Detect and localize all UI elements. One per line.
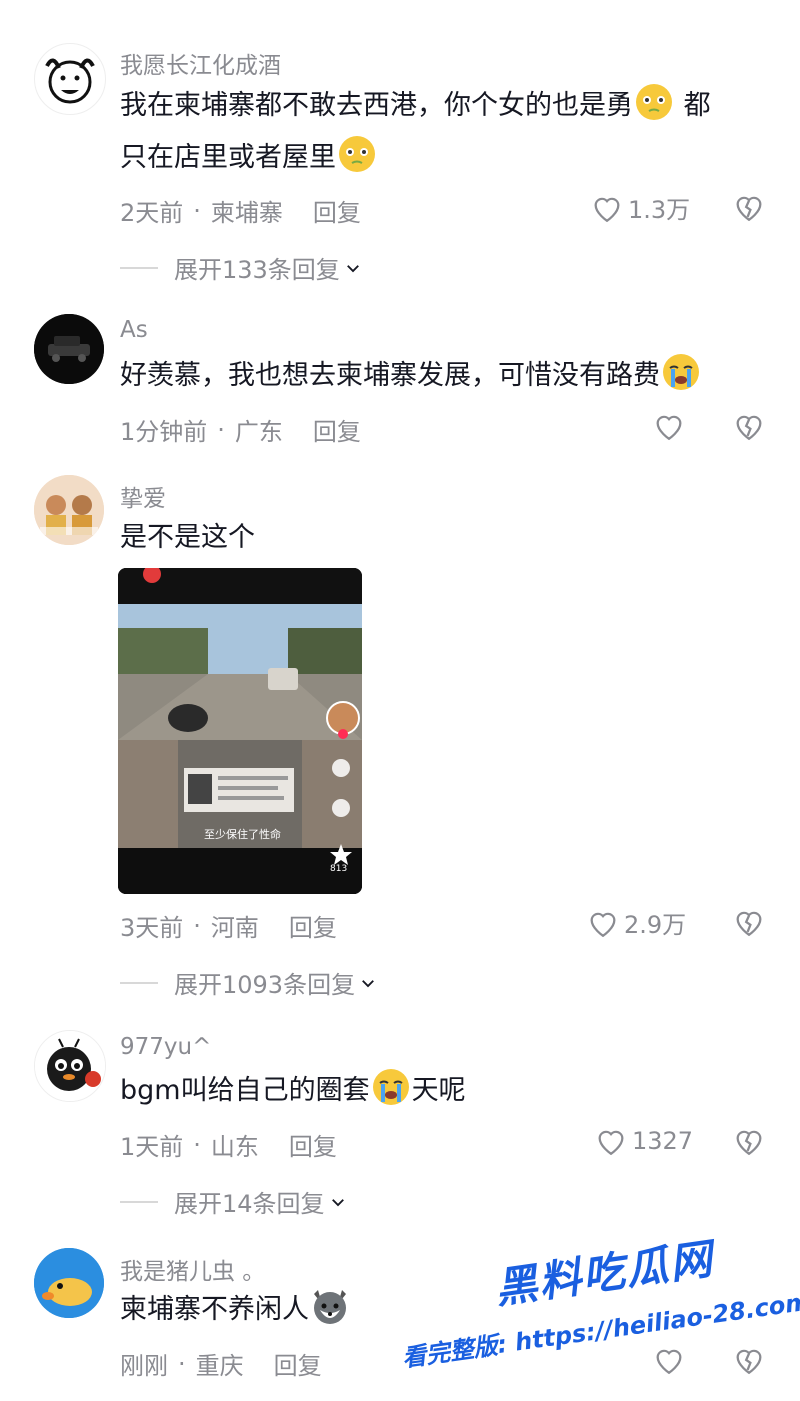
like-button[interactable]: 1327 xyxy=(594,1124,693,1158)
comment-location: 广东 xyxy=(234,418,283,446)
comment-text: 我在柬埔寨都不敢去西港，你个女的也是勇 都 只在店里或者屋里 xyxy=(120,80,770,184)
heart-icon xyxy=(656,415,682,441)
comment-meta: 2天前 · 柬埔寨 回复 xyxy=(120,193,361,228)
comment-text-part: 柬埔寨不养闲人 xyxy=(120,1294,309,1325)
like-button[interactable] xyxy=(652,409,690,443)
separator-dot: · xyxy=(193,911,201,940)
separator-dot: · xyxy=(217,415,225,444)
husky-dog-emoji-icon xyxy=(314,1290,346,1324)
reply-button[interactable]: 回复 xyxy=(289,908,337,943)
comment-time: 1分钟前 xyxy=(120,418,208,446)
pleading-face-emoji-icon xyxy=(636,84,672,120)
comment-time: 刚刚 xyxy=(120,1352,168,1380)
expand-replies-button[interactable]: 展开1093条回复 xyxy=(120,965,377,1000)
comment-meta: 刚刚 · 重庆 回复 xyxy=(120,1346,322,1381)
video-thumbnail-image xyxy=(118,568,362,894)
comment-meta: 3天前 · 河南 回复 xyxy=(120,908,337,943)
comment-text: bgm叫给自己的圈套 天呢 xyxy=(120,1065,770,1117)
comment-username[interactable]: 977yu^ xyxy=(120,1034,211,1060)
comment-username[interactable]: 我是猪儿虫 。 xyxy=(120,1252,265,1286)
ladybug-avatar-icon xyxy=(35,1031,105,1101)
like-button[interactable]: 1.3万 xyxy=(590,190,690,225)
comment-text-part: bgm叫给自己的圈套 xyxy=(120,1075,370,1106)
expand-replies-label: 展开1093条回复 xyxy=(174,971,356,999)
video-like-count: 813 xyxy=(330,864,348,874)
bull-avatar-icon xyxy=(45,58,95,104)
chevron-down-icon xyxy=(362,979,374,987)
divider-line xyxy=(120,981,158,984)
chevron-down-icon xyxy=(346,264,359,272)
comment-text-part: 只在店里或者屋里 xyxy=(120,142,336,173)
comment-meta: 1天前 · 山东 回复 xyxy=(120,1127,337,1162)
dislike-broken-heart-icon[interactable] xyxy=(732,905,766,939)
reply-button[interactable]: 回复 xyxy=(313,193,361,228)
dislike-broken-heart-icon[interactable] xyxy=(732,190,766,224)
comment-text-part: 我在柬埔寨都不敢去西港，你个女的也是勇 xyxy=(120,90,633,121)
video-caption: 至少保住了性命 xyxy=(204,828,281,841)
comment-meta: 1分钟前 · 广东 回复 xyxy=(120,412,361,447)
divider-line xyxy=(120,1200,158,1203)
comment-text-part: 好羡慕，我也想去柬埔寨发展，可惜没有路费 xyxy=(120,360,660,391)
heart-icon xyxy=(590,912,616,937)
comment-location: 河南 xyxy=(210,914,259,942)
reply-button[interactable]: 回复 xyxy=(289,1127,337,1162)
pleading-face-emoji-icon xyxy=(339,136,375,172)
avatar[interactable] xyxy=(34,1030,106,1102)
heart-icon xyxy=(594,197,620,222)
like-count: 1.3万 xyxy=(628,196,691,224)
like-button[interactable]: 2.9万 xyxy=(586,905,686,940)
watermark: 黑料吃瓜网 看完整版: https://heiliao-28.com xyxy=(396,1234,800,1401)
avatar[interactable] xyxy=(34,314,104,384)
comment-time: 1天前 xyxy=(120,1133,184,1161)
expand-replies-label: 展开133条回复 xyxy=(174,256,340,284)
divider-line xyxy=(120,266,158,269)
cartoon-kids-avatar-icon xyxy=(34,475,104,545)
comment-time: 2天前 xyxy=(120,199,184,227)
comment-video-thumbnail[interactable]: 至少保住了性命 813 xyxy=(118,568,362,894)
comment-location: 柬埔寨 xyxy=(210,199,283,227)
dislike-broken-heart-icon[interactable] xyxy=(732,1124,766,1158)
cartoon-bird-avatar-icon xyxy=(34,1248,104,1318)
dislike-broken-heart-icon[interactable] xyxy=(732,409,766,443)
comment-text: 好羡慕，我也想去柬埔寨发展，可惜没有路费 xyxy=(120,350,770,402)
like-count: 2.9万 xyxy=(624,911,687,939)
separator-dot: · xyxy=(178,1349,186,1378)
expand-replies-button[interactable]: 展开14条回复 xyxy=(120,1184,347,1219)
crying-face-emoji-icon xyxy=(372,1069,409,1105)
reply-button[interactable]: 回复 xyxy=(274,1346,322,1381)
comment-text-part: 天呢 xyxy=(411,1075,466,1106)
chevron-down-icon xyxy=(331,1198,344,1206)
comment-location: 重庆 xyxy=(195,1352,244,1380)
comment-text: 是不是这个 xyxy=(120,522,255,553)
dark-car-avatar-icon xyxy=(34,314,104,384)
avatar[interactable] xyxy=(34,1248,104,1318)
expand-replies-button[interactable]: 展开133条回复 xyxy=(120,250,362,285)
separator-dot: · xyxy=(193,1130,201,1159)
like-count: 1327 xyxy=(632,1127,694,1155)
comment-username[interactable]: As xyxy=(120,317,148,343)
separator-dot: · xyxy=(193,196,201,225)
comment-username[interactable]: 挚爱 xyxy=(120,479,166,513)
reply-button[interactable]: 回复 xyxy=(313,412,361,447)
comment-location: 山东 xyxy=(210,1133,259,1161)
avatar[interactable] xyxy=(34,475,104,545)
heart-icon xyxy=(598,1130,624,1156)
expand-replies-label: 展开14条回复 xyxy=(174,1190,325,1218)
comment-username[interactable]: 我愿长江化成酒 xyxy=(120,46,281,80)
comment-time: 3天前 xyxy=(120,914,184,942)
crying-face-emoji-icon xyxy=(663,354,699,390)
avatar[interactable] xyxy=(34,43,106,115)
comment-text-part: 都 xyxy=(683,90,711,121)
